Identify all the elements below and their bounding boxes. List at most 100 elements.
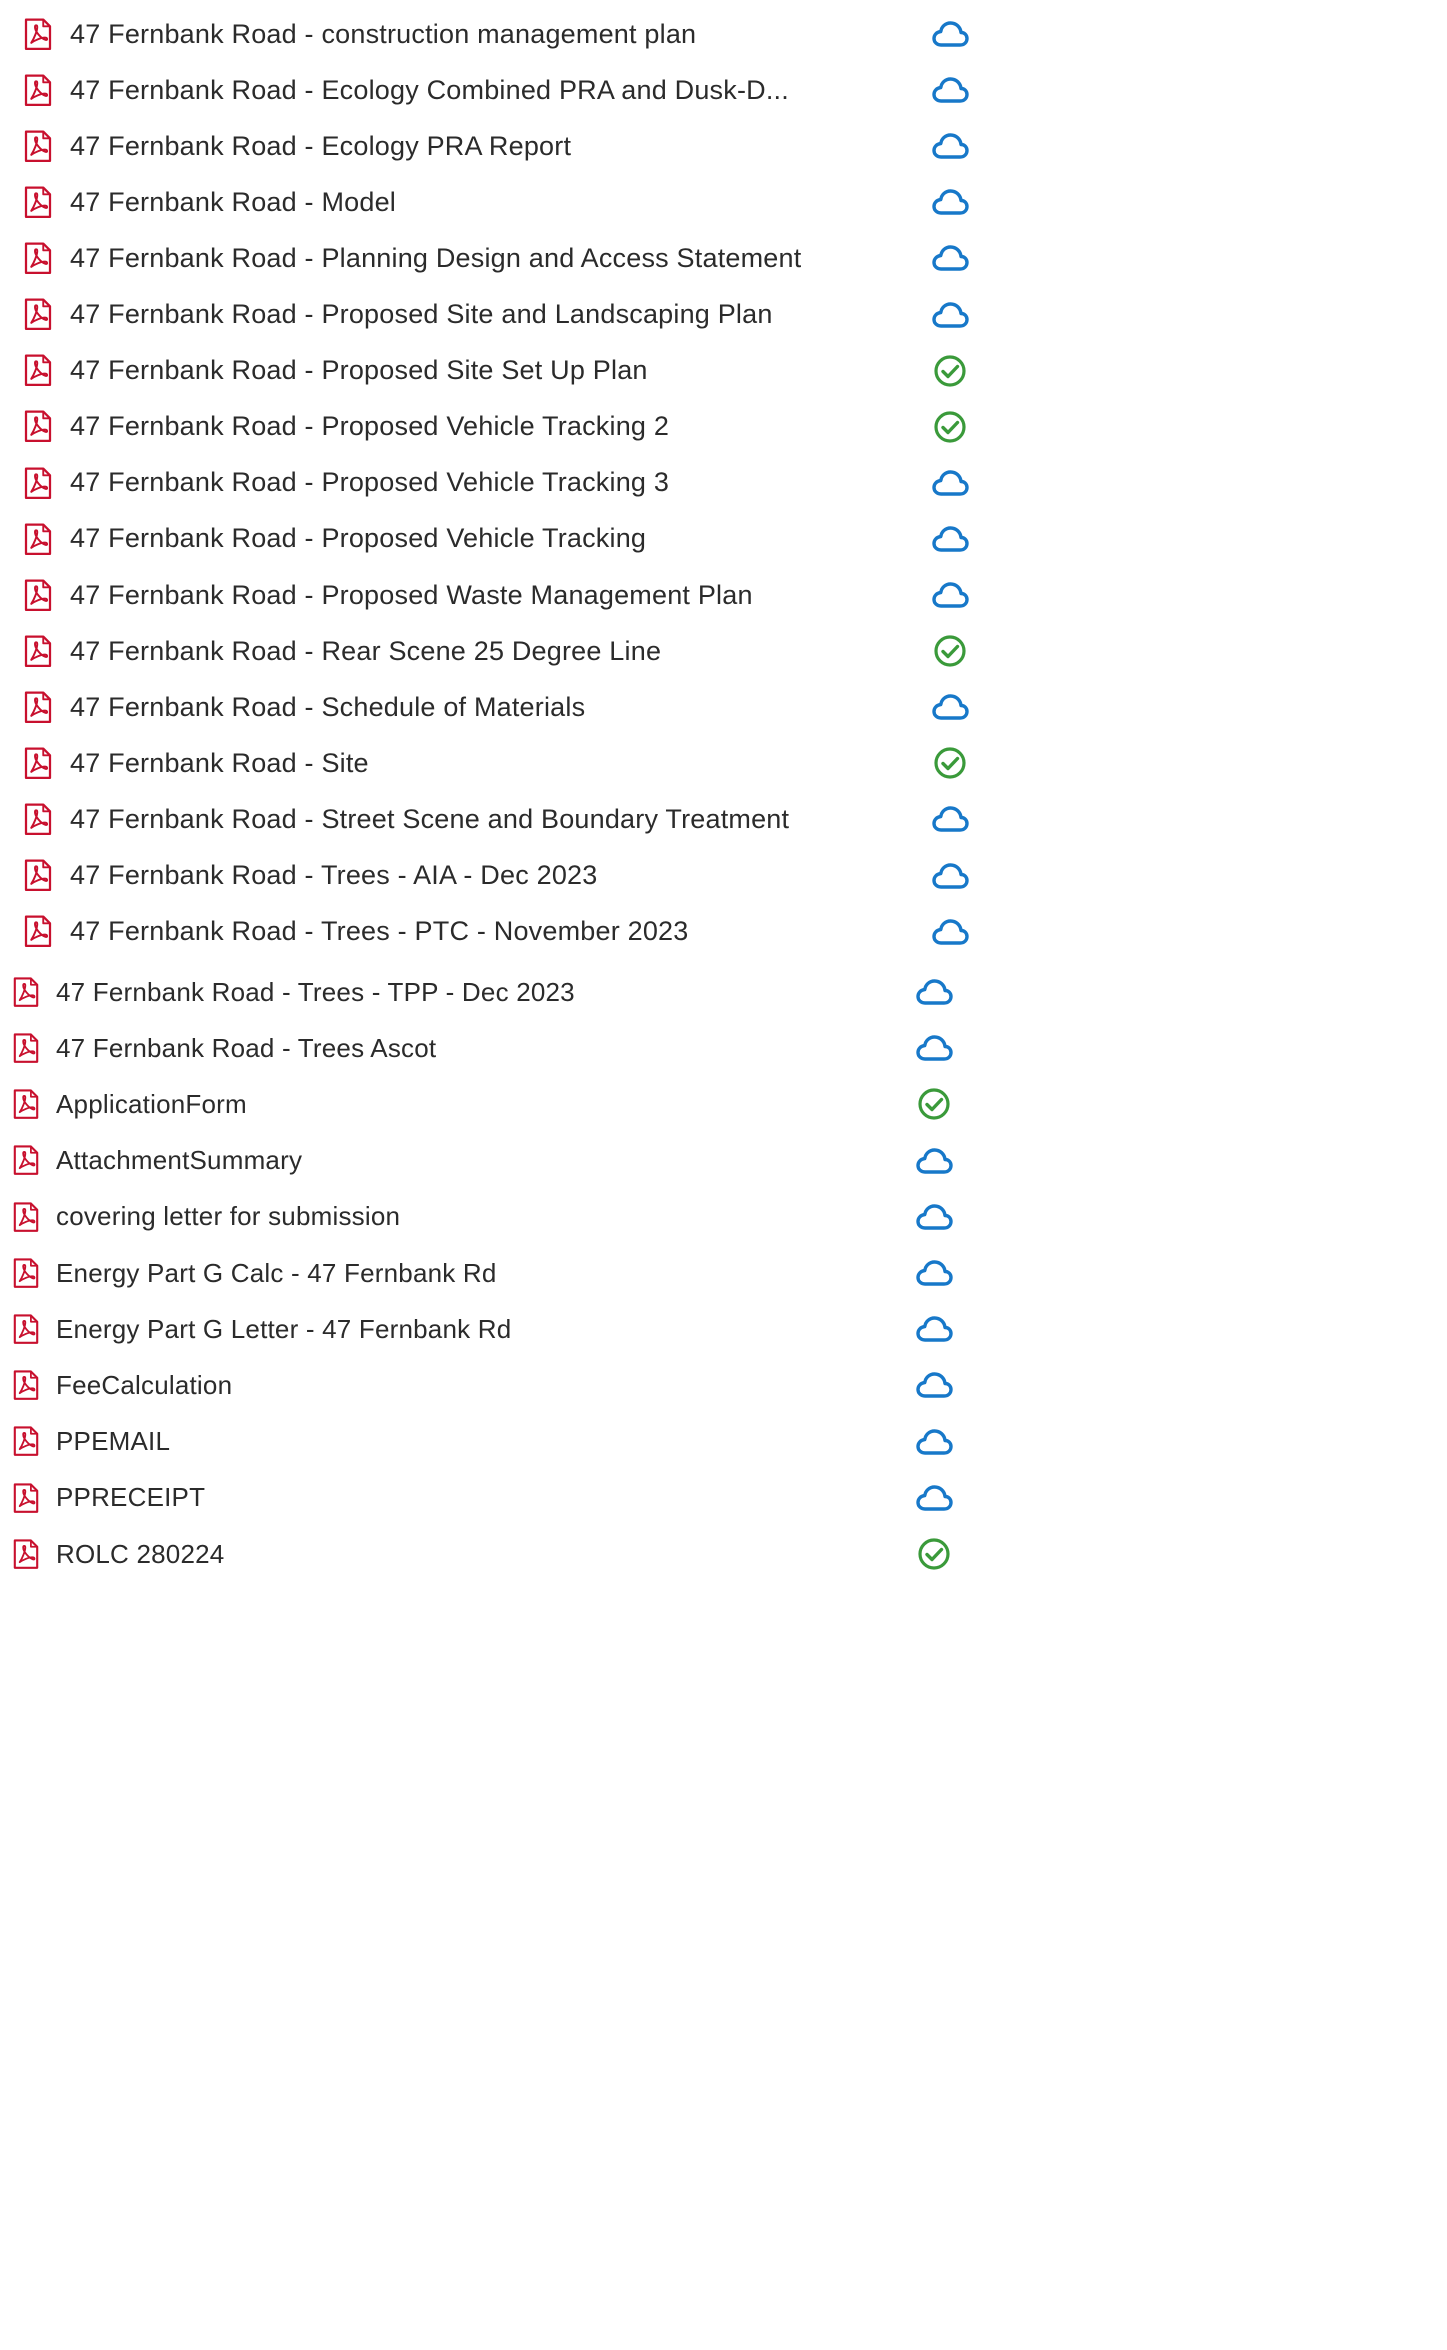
file-row[interactable]: covering letter for submission xyxy=(8,1189,892,1245)
file-name: 47 Fernbank Road - Model xyxy=(70,186,396,217)
file-row[interactable]: 47 Fernbank Road - Street Scene and Boun… xyxy=(20,791,908,847)
file-row[interactable]: 47 Fernbank Road - Proposed Vehicle Trac… xyxy=(20,399,908,455)
file-name: 47 Fernbank Road - Trees - AIA - Dec 202… xyxy=(70,860,598,890)
file-row[interactable]: 47 Fernbank Road - Schedule of Materials xyxy=(20,679,908,735)
file-row[interactable]: 47 Fernbank Road - Site xyxy=(20,735,908,791)
cloud-icon xyxy=(928,685,972,729)
pdf-file-icon xyxy=(20,906,56,958)
pdf-file-icon xyxy=(8,1359,44,1411)
synced-check-icon xyxy=(912,1082,956,1126)
pdf-file-icon xyxy=(20,289,56,341)
cloud-icon xyxy=(912,1420,956,1464)
pdf-file-icon xyxy=(20,850,56,902)
pdf-file-icon xyxy=(8,966,44,1018)
cloud-icon xyxy=(928,910,972,954)
file-row[interactable]: 47 Fernbank Road - Ecology PRA Report xyxy=(20,118,908,174)
file-row[interactable]: PPEMAIL xyxy=(8,1414,892,1470)
file-name: ROLC 280224 xyxy=(56,1538,225,1569)
pdf-file-icon xyxy=(20,120,56,172)
cloud-icon xyxy=(928,573,972,617)
file-row[interactable]: 47 Fernbank Road - Trees Ascot xyxy=(8,1020,892,1076)
file-name: PPRECEIPT xyxy=(56,1482,206,1513)
file-row[interactable]: 47 Fernbank Road - Proposed Site and Lan… xyxy=(20,287,908,343)
cloud-icon xyxy=(912,970,956,1014)
file-row[interactable]: AttachmentSummary xyxy=(8,1133,892,1189)
pdf-file-icon xyxy=(8,1022,44,1074)
pdf-file-icon xyxy=(20,625,56,677)
cloud-icon xyxy=(912,1363,956,1407)
file-row[interactable]: 47 Fernbank Road - Proposed Waste Manage… xyxy=(20,567,908,623)
synced-check-icon xyxy=(912,1532,956,1576)
pdf-file-icon xyxy=(8,1303,44,1355)
file-name: 47 Fernbank Road - Proposed Site Set Up … xyxy=(70,355,648,386)
cloud-icon xyxy=(912,1476,956,1520)
synced-check-icon xyxy=(928,741,972,785)
synced-check-icon xyxy=(928,405,972,449)
cloud-icon xyxy=(928,68,972,112)
file-name: 47 Fernbank Road - Proposed Vehicle Trac… xyxy=(70,411,670,442)
file-name: 47 Fernbank Road - Trees - PTC - Novembe… xyxy=(70,916,689,947)
file-name: 47 Fernbank Road - Site xyxy=(70,747,369,778)
file-name: 47 Fernbank Road - Proposed Waste Manage… xyxy=(70,579,753,610)
pdf-file-icon xyxy=(20,681,56,733)
pdf-file-icon xyxy=(8,1528,44,1580)
file-row[interactable]: 47 Fernbank Road - Trees - PTC - Novembe… xyxy=(20,904,908,960)
file-name: ApplicationForm xyxy=(56,1088,247,1119)
file-name: 47 Fernbank Road - Proposed Vehicle Trac… xyxy=(70,467,670,498)
cloud-icon xyxy=(928,517,972,561)
file-row[interactable]: Energy Part G Calc - 47 Fernbank Rd xyxy=(8,1245,892,1301)
file-name: 47 Fernbank Road - Ecology PRA Report xyxy=(70,130,572,161)
file-name: 47 Fernbank Road - Proposed Site and Lan… xyxy=(70,299,773,329)
cloud-icon xyxy=(928,236,972,280)
file-row[interactable]: ROLC 280224 xyxy=(8,1526,892,1582)
file-row[interactable]: 47 Fernbank Road - Proposed Site Set Up … xyxy=(20,343,908,399)
cloud-icon xyxy=(928,797,972,841)
file-name: AttachmentSummary xyxy=(56,1145,303,1176)
file-name: Energy Part G Calc - 47 Fernbank Rd xyxy=(56,1257,497,1288)
pdf-file-icon xyxy=(20,176,56,228)
file-row[interactable]: 47 Fernbank Road - Proposed Vehicle Trac… xyxy=(20,455,908,511)
synced-check-icon xyxy=(928,629,972,673)
file-row[interactable]: 47 Fernbank Road - Rear Scene 25 Degree … xyxy=(20,623,908,679)
cloud-icon xyxy=(928,293,972,337)
file-name: 47 Fernbank Road - Schedule of Materials xyxy=(70,691,586,722)
file-name: 47 Fernbank Road - Proposed Vehicle Trac… xyxy=(70,523,647,554)
pdf-file-icon xyxy=(8,1191,44,1243)
file-row[interactable]: ApplicationForm xyxy=(8,1076,892,1132)
file-row[interactable]: Energy Part G Letter - 47 Fernbank Rd xyxy=(8,1301,892,1357)
pdf-file-icon xyxy=(8,1416,44,1468)
pdf-file-icon xyxy=(20,8,56,60)
cloud-icon xyxy=(928,854,972,898)
file-name: PPEMAIL xyxy=(56,1426,171,1457)
file-name: Energy Part G Letter - 47 Fernbank Rd xyxy=(56,1313,512,1344)
file-row[interactable]: 47 Fernbank Road - Model xyxy=(20,174,908,230)
cloud-icon xyxy=(912,1195,956,1239)
file-list: 47 Fernbank Road - construction manageme… xyxy=(0,0,1447,2350)
file-row[interactable]: 47 Fernbank Road - construction manageme… xyxy=(20,6,908,62)
file-name: FeeCalculation xyxy=(56,1369,233,1400)
cloud-icon xyxy=(912,1139,956,1183)
pdf-file-icon xyxy=(20,401,56,453)
file-name: covering letter for submission xyxy=(56,1201,401,1232)
pdf-file-icon xyxy=(20,457,56,509)
pdf-file-icon xyxy=(8,1247,44,1299)
cloud-icon xyxy=(928,12,972,56)
file-row[interactable]: 47 Fernbank Road - Planning Design and A… xyxy=(20,230,908,286)
file-name: 47 Fernbank Road - Planning Design and A… xyxy=(70,242,802,273)
synced-check-icon xyxy=(928,349,972,393)
file-row[interactable]: PPRECEIPT xyxy=(8,1470,892,1526)
file-row[interactable]: 47 Fernbank Road - Proposed Vehicle Trac… xyxy=(20,511,908,567)
file-row[interactable]: 47 Fernbank Road - Ecology Combined PRA … xyxy=(20,62,908,118)
cloud-icon xyxy=(928,124,972,168)
cloud-icon xyxy=(928,461,972,505)
file-name: 47 Fernbank Road - Trees Ascot xyxy=(56,1032,437,1063)
pdf-file-icon xyxy=(8,1472,44,1524)
pdf-file-icon xyxy=(20,345,56,397)
file-row[interactable]: 47 Fernbank Road - Trees - AIA - Dec 202… xyxy=(20,848,908,904)
file-row[interactable]: FeeCalculation xyxy=(8,1357,892,1413)
cloud-icon xyxy=(928,180,972,224)
pdf-file-icon xyxy=(20,569,56,621)
pdf-file-icon xyxy=(8,1135,44,1187)
file-row[interactable]: 47 Fernbank Road - Trees - TPP - Dec 202… xyxy=(8,964,892,1020)
pdf-file-icon xyxy=(20,737,56,789)
